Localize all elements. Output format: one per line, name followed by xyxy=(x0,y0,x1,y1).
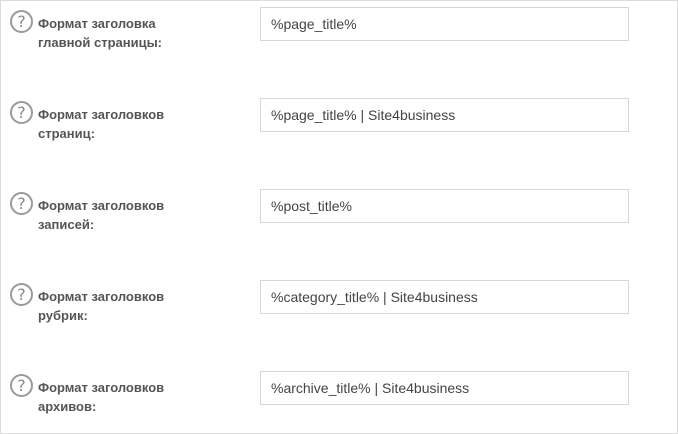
label-line: рубрик: xyxy=(38,308,88,323)
help-icon[interactable]: ? xyxy=(10,283,33,306)
label-line: страниц: xyxy=(38,126,95,141)
posts-title-format-input[interactable] xyxy=(260,189,629,223)
home-title-format-label: Формат заголовка главной страницы: xyxy=(38,14,238,52)
help-icon[interactable]: ? xyxy=(10,10,33,33)
label-line: записей: xyxy=(38,217,95,232)
posts-title-format-label: Формат заголовков записей: xyxy=(38,196,238,234)
label-line: Формат заголовков xyxy=(38,107,165,122)
label-line: Формат заголовков xyxy=(38,289,165,304)
archives-title-format-row: ? Формат заголовков архивов: xyxy=(1,371,677,431)
label-line: Формат заголовков xyxy=(38,380,165,395)
label-line: Формат заголовков xyxy=(38,198,165,213)
archives-title-format-input[interactable] xyxy=(260,371,629,405)
categories-title-format-row: ? Формат заголовков рубрик: xyxy=(1,280,677,340)
pages-title-format-input[interactable] xyxy=(260,98,629,132)
archives-title-format-label: Формат заголовков архивов: xyxy=(38,378,238,416)
home-title-format-input[interactable] xyxy=(260,7,629,41)
help-icon[interactable]: ? xyxy=(10,374,33,397)
posts-title-format-row: ? Формат заголовков записей: xyxy=(1,189,677,249)
title-format-settings-panel: ? Формат заголовка главной страницы: ? Ф… xyxy=(0,0,678,434)
help-icon[interactable]: ? xyxy=(10,192,33,215)
pages-title-format-label: Формат заголовков страниц: xyxy=(38,105,238,143)
help-icon[interactable]: ? xyxy=(10,101,33,124)
label-line: архивов: xyxy=(38,399,97,414)
home-title-format-row: ? Формат заголовка главной страницы: xyxy=(1,7,677,67)
categories-title-format-label: Формат заголовков рубрик: xyxy=(38,287,238,325)
categories-title-format-input[interactable] xyxy=(260,280,629,314)
label-line: главной страницы: xyxy=(38,35,163,50)
label-line: Формат заголовка xyxy=(38,16,156,31)
pages-title-format-row: ? Формат заголовков страниц: xyxy=(1,98,677,158)
